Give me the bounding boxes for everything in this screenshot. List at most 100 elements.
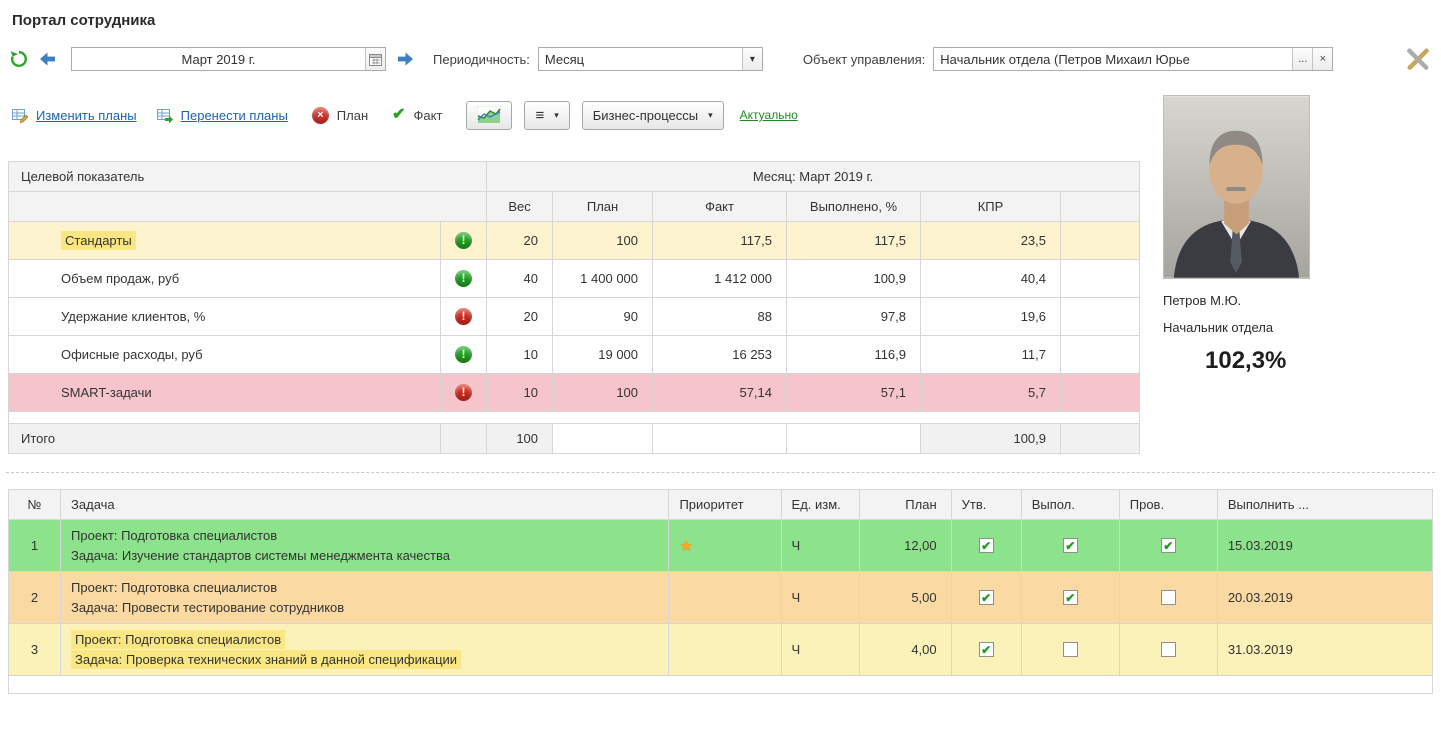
menu-icon: ≡ [535,108,544,123]
priority-star-icon: ★ [679,538,692,555]
management-object-field[interactable]: Начальник отдела (Петров Михаил Юрье ...… [933,47,1333,71]
chevron-down-icon[interactable]: ▾ [742,48,762,70]
task-plan: 12,00 [859,520,951,572]
transfer-plans-link[interactable]: Перенести планы [181,108,288,123]
kpi-header-plan: План [553,192,653,222]
kpi-fact: 16 253 [653,336,787,374]
verified-checkbox[interactable]: ✔ [1161,590,1176,605]
task-deadline: 15.03.2019 [1217,520,1432,572]
completed-checkbox[interactable]: ✔ [1063,590,1078,605]
periodicity-label: Периодичность: [433,52,530,67]
tasks-header-task: Задача [61,490,669,520]
task-row[interactable]: 1 Проект: Подготовка специалистов Задача… [9,520,1433,572]
kpi-done: 57,1 [787,374,921,412]
approved-checkbox[interactable]: ✔ [979,642,994,657]
plan-deviation-icon: × [312,107,329,124]
kpi-header-filler [1061,192,1140,222]
approved-checkbox[interactable]: ✔ [979,538,994,553]
employee-portal-page: Портал сотрудника Март 2019 г. Периодичн… [0,0,1441,752]
kpi-header-row-2: Вес План Факт Выполнено, % КПР [9,192,1140,222]
refresh-icon[interactable] [10,50,28,68]
kpi-fact: 88 [653,298,787,336]
tasks-empty-row [9,676,1433,694]
kpi-kpr: 5,7 [921,374,1061,412]
tasks-header-completed: Выпол. [1021,490,1119,520]
kpi-filler-cell [1061,298,1140,336]
business-processes-button[interactable]: Бизнес-процессы ▾ [582,101,724,130]
kpi-weight: 10 [487,336,553,374]
list-menu-button[interactable]: ≡ ▾ [524,101,569,130]
employee-position: Начальник отдела [1163,320,1393,335]
kpi-fact: 1 412 000 [653,260,787,298]
kpi-kpr: 40,4 [921,260,1061,298]
section-divider [6,472,1435,473]
task-unit: Ч [781,572,859,624]
employee-panel: Петров М.Ю. Начальник отдела 102,3% [1163,95,1393,375]
kpi-table: Целевой показатель Месяц: Март 2019 г. В… [8,161,1140,454]
fact-check-icon: ✔ [392,107,405,123]
edit-plans-icon [12,107,28,123]
tasks-header-unit: Ед. изм. [781,490,859,520]
period-field[interactable]: Март 2019 г. [71,47,386,71]
previous-period-icon[interactable] [40,52,55,66]
clear-icon[interactable]: × [1312,48,1332,70]
kpi-kpr: 23,5 [921,222,1061,260]
fact-legend-label: Факт [414,108,443,123]
chart-icon [477,106,501,124]
settings-wrench-icon[interactable] [1405,48,1431,70]
kpi-row[interactable]: SMART-задачи ! 10 100 57,14 57,1 5,7 [9,374,1140,412]
transfer-plans-icon [157,107,173,123]
task-plan: 5,00 [859,572,951,624]
completed-checkbox[interactable]: ✔ [1063,538,1078,553]
task-project: Проект: Подготовка специалистов [71,580,277,595]
kpi-total-label: Итого [9,424,441,454]
task-deadline: 20.03.2019 [1217,572,1432,624]
tasks-header-approved: Утв. [951,490,1021,520]
period-toolbar: Март 2019 г. Периодичность: Месяц ▾ Объе… [10,45,1431,73]
kpi-row[interactable]: Объем продаж, руб ! 40 1 400 000 1 412 0… [9,260,1140,298]
next-period-icon[interactable] [398,52,413,66]
kpi-done: 116,9 [787,336,921,374]
task-row[interactable]: 3 Проект: Подготовка специалистов Задача… [9,624,1433,676]
status-icon: ! [455,308,472,325]
tasks-header-priority: Приоритет [669,490,781,520]
tasks-header-plan: План [859,490,951,520]
kpi-weight: 20 [487,298,553,336]
management-object-label: Объект управления: [803,52,925,67]
periodicity-select[interactable]: Месяц ▾ [538,47,763,71]
tasks-header-row: № Задача Приоритет Ед. изм. План Утв. Вы… [9,490,1433,520]
kpi-done: 117,5 [787,222,921,260]
kpi-plan: 19 000 [553,336,653,374]
kpi-name: Офисные расходы, руб [61,347,203,362]
task-number: 2 [9,572,61,624]
kpi-header-row-1: Целевой показатель Месяц: Март 2019 г. [9,162,1140,192]
management-object-value: Начальник отдела (Петров Михаил Юрье [934,52,1292,67]
period-value: Март 2019 г. [72,52,365,67]
plan-legend-label: План [337,108,368,123]
chart-button[interactable] [466,101,512,130]
kpi-weight: 10 [487,374,553,412]
kpi-total-kpr: 100,9 [921,424,1061,454]
kpi-header-fact: Факт [653,192,787,222]
calendar-icon[interactable] [365,48,385,70]
task-row[interactable]: 2 Проект: Подготовка специалистов Задача… [9,572,1433,624]
kpi-spacer-row [9,412,1140,424]
ellipsis-button[interactable]: ... [1292,48,1312,70]
kpi-filler-cell [1061,222,1140,260]
approved-checkbox[interactable]: ✔ [979,590,994,605]
kpi-row[interactable]: Стандарты ! 20 100 117,5 117,5 23,5 [9,222,1140,260]
verified-checkbox[interactable]: ✔ [1161,538,1176,553]
actual-link[interactable]: Актуально [740,108,798,122]
kpi-plan: 100 [553,374,653,412]
employee-result-percent: 102,3% [1205,347,1393,375]
kpi-header-target: Целевой показатель [9,162,487,192]
kpi-row[interactable]: Офисные расходы, руб ! 10 19 000 16 253 … [9,336,1140,374]
verified-checkbox[interactable]: ✔ [1161,642,1176,657]
kpi-row[interactable]: Удержание клиентов, % ! 20 90 88 97,8 19… [9,298,1140,336]
completed-checkbox[interactable]: ✔ [1063,642,1078,657]
edit-plans-link[interactable]: Изменить планы [36,108,137,123]
kpi-filler-cell [1061,260,1140,298]
tasks-header-verified: Пров. [1119,490,1217,520]
kpi-plan: 90 [553,298,653,336]
business-processes-label: Бизнес-процессы [593,108,698,123]
